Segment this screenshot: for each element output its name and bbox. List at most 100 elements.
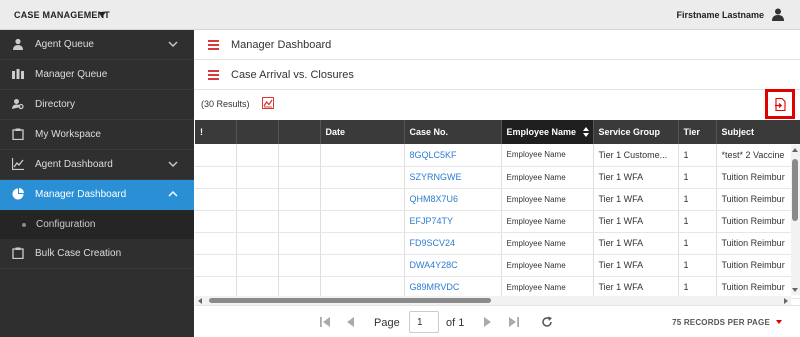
table-row[interactable]: EFJP74TY Employee Name Tier 1 WFA 1 Tuition …	[195, 210, 800, 233]
blank-cell	[278, 144, 321, 167]
queue-icon	[12, 69, 24, 79]
sidebar-item-bulk-case-creation[interactable]: Bulk Case Creation	[0, 239, 194, 269]
section-header: Case Arrival vs. Closures	[194, 60, 800, 90]
table-row[interactable]: QHM8X7U6 Employee Name Tier 1 WFA 1 Tuition …	[195, 188, 800, 211]
subject-cell: *test* 2 Vaccine	[716, 144, 800, 167]
export-button[interactable]	[765, 89, 795, 119]
chevron-up-icon[interactable]	[168, 190, 178, 198]
column-header-tier[interactable]: Tier	[678, 120, 717, 144]
flag-cell	[195, 166, 237, 189]
table-header-row: ! Date Case No. Employee Name Service Gr…	[195, 120, 800, 144]
column-header-employee-name[interactable]: Employee Name	[501, 120, 594, 144]
employee-name-cell: Employee Name	[501, 254, 594, 277]
column-header[interactable]	[236, 120, 279, 144]
app-title-menu[interactable]: CASE MANAGEMENT	[14, 10, 110, 20]
case-number-link[interactable]: QHM8X7U6	[404, 188, 502, 211]
caret-down-icon[interactable]	[776, 320, 782, 324]
hamburger-menu-icon[interactable]	[208, 40, 219, 50]
sort-icon[interactable]	[582, 127, 589, 137]
service-group-cell: Tier 1 WFA	[593, 276, 679, 299]
tier-cell: 1	[678, 276, 717, 299]
next-page-icon[interactable]	[481, 316, 493, 328]
sidebar-item-label: Manager Queue	[35, 69, 108, 80]
case-number-link[interactable]: DWA4Y28C	[404, 254, 502, 277]
sidebar-subitem-configuration[interactable]: Configuration	[0, 210, 194, 239]
column-header[interactable]: !	[195, 120, 237, 144]
date-cell	[320, 166, 405, 189]
flag-cell	[195, 188, 237, 211]
user-icon[interactable]	[772, 8, 784, 21]
sidebar-item-label: Configuration	[36, 219, 96, 230]
vertical-scrollbar[interactable]	[791, 145, 800, 295]
tier-cell: 1	[678, 166, 717, 189]
refresh-icon[interactable]	[541, 316, 553, 328]
blank-cell	[278, 210, 321, 233]
results-count: (30 Results)	[201, 99, 250, 109]
case-number-link[interactable]: EFJP74TY	[404, 210, 502, 233]
date-cell	[320, 210, 405, 233]
table-row[interactable]: G89MRVDC Employee Name Tier 1 WFA 1 Tuition …	[195, 276, 800, 299]
table-row[interactable]: SZYRNGWE Employee Name Tier 1 WFA 1 Tuition …	[195, 166, 800, 189]
service-group-cell: Tier 1 WFA	[593, 188, 679, 211]
scroll-left-icon[interactable]	[198, 298, 202, 304]
blank-cell	[236, 254, 279, 277]
user-name[interactable]: Firstname Lastname	[676, 10, 764, 20]
sidebar: Agent Queue Manager Queue Directory My W…	[0, 30, 194, 337]
service-group-cell: Tier 1 WFA	[593, 254, 679, 277]
blank-cell	[278, 254, 321, 277]
horizontal-scrollbar[interactable]	[195, 296, 791, 305]
case-number-link[interactable]: G89MRVDC	[404, 276, 502, 299]
sidebar-item-label: Bulk Case Creation	[35, 248, 122, 259]
case-number-link[interactable]: SZYRNGWE	[404, 166, 502, 189]
previous-page-icon[interactable]	[345, 316, 357, 328]
scroll-down-icon[interactable]	[792, 288, 798, 292]
table-row[interactable]: 8GQLC5KF Employee Name Tier 1 Custome... 1 *…	[195, 144, 800, 167]
sidebar-item-label: Agent Dashboard	[35, 159, 113, 170]
blank-cell	[236, 276, 279, 299]
directory-icon	[12, 99, 24, 110]
sidebar-item-agent-dashboard[interactable]: Agent Dashboard	[0, 150, 194, 180]
bullet-dot	[22, 223, 26, 227]
scroll-thumb[interactable]	[209, 298, 491, 303]
sidebar-item-label: Directory	[35, 99, 76, 110]
caret-down-icon[interactable]	[98, 12, 106, 17]
scroll-up-icon[interactable]	[792, 148, 798, 152]
sidebar-item-directory[interactable]: Directory	[0, 90, 194, 120]
table-row[interactable]: DWA4Y28C Employee Name Tier 1 WFA 1 Tuition …	[195, 254, 800, 277]
chart-icon[interactable]	[262, 97, 274, 109]
blank-cell	[236, 188, 279, 211]
case-number-link[interactable]: 8GQLC5KF	[404, 144, 502, 167]
hamburger-menu-icon[interactable]	[208, 70, 219, 80]
column-header-label: Employee Name	[506, 127, 577, 137]
column-header-case-no[interactable]: Case No.	[404, 120, 502, 144]
tier-cell: 1	[678, 188, 717, 211]
chevron-down-icon[interactable]	[168, 40, 178, 48]
sidebar-item-manager-dashboard[interactable]: Manager Dashboard	[0, 180, 194, 210]
tier-cell: 1	[678, 232, 717, 255]
last-page-icon[interactable]	[508, 316, 520, 328]
scroll-thumb[interactable]	[792, 159, 798, 221]
tier-cell: 1	[678, 254, 717, 277]
date-cell	[320, 276, 405, 299]
sidebar-item-manager-queue[interactable]: Manager Queue	[0, 60, 194, 90]
column-header-date[interactable]: Date	[320, 120, 405, 144]
case-number-link[interactable]: FD9SCV24	[404, 232, 502, 255]
table-row[interactable]: FD9SCV24 Employee Name Tier 1 WFA 1 Tuition …	[195, 232, 800, 255]
column-header[interactable]	[278, 120, 321, 144]
column-header-service-group[interactable]: Service Group	[593, 120, 679, 144]
page-number-input[interactable]	[409, 311, 439, 333]
sidebar-item-my-workspace[interactable]: My Workspace	[0, 120, 194, 150]
first-page-icon[interactable]	[319, 316, 331, 328]
employee-name-cell: Employee Name	[501, 232, 594, 255]
chevron-down-icon[interactable]	[168, 160, 178, 168]
page-label: Page	[374, 317, 400, 329]
column-header-subject[interactable]: Subject	[716, 120, 800, 144]
sidebar-item-agent-queue[interactable]: Agent Queue	[0, 30, 194, 60]
scroll-right-icon[interactable]	[784, 298, 788, 304]
subject-cell: Tuition Reimbur	[716, 276, 800, 299]
blank-cell	[236, 144, 279, 167]
service-group-cell: Tier 1 WFA	[593, 210, 679, 233]
agent-icon	[13, 38, 23, 50]
records-per-page-select[interactable]: 75 RECORDS PER PAGE	[672, 318, 770, 327]
flag-cell	[195, 210, 237, 233]
